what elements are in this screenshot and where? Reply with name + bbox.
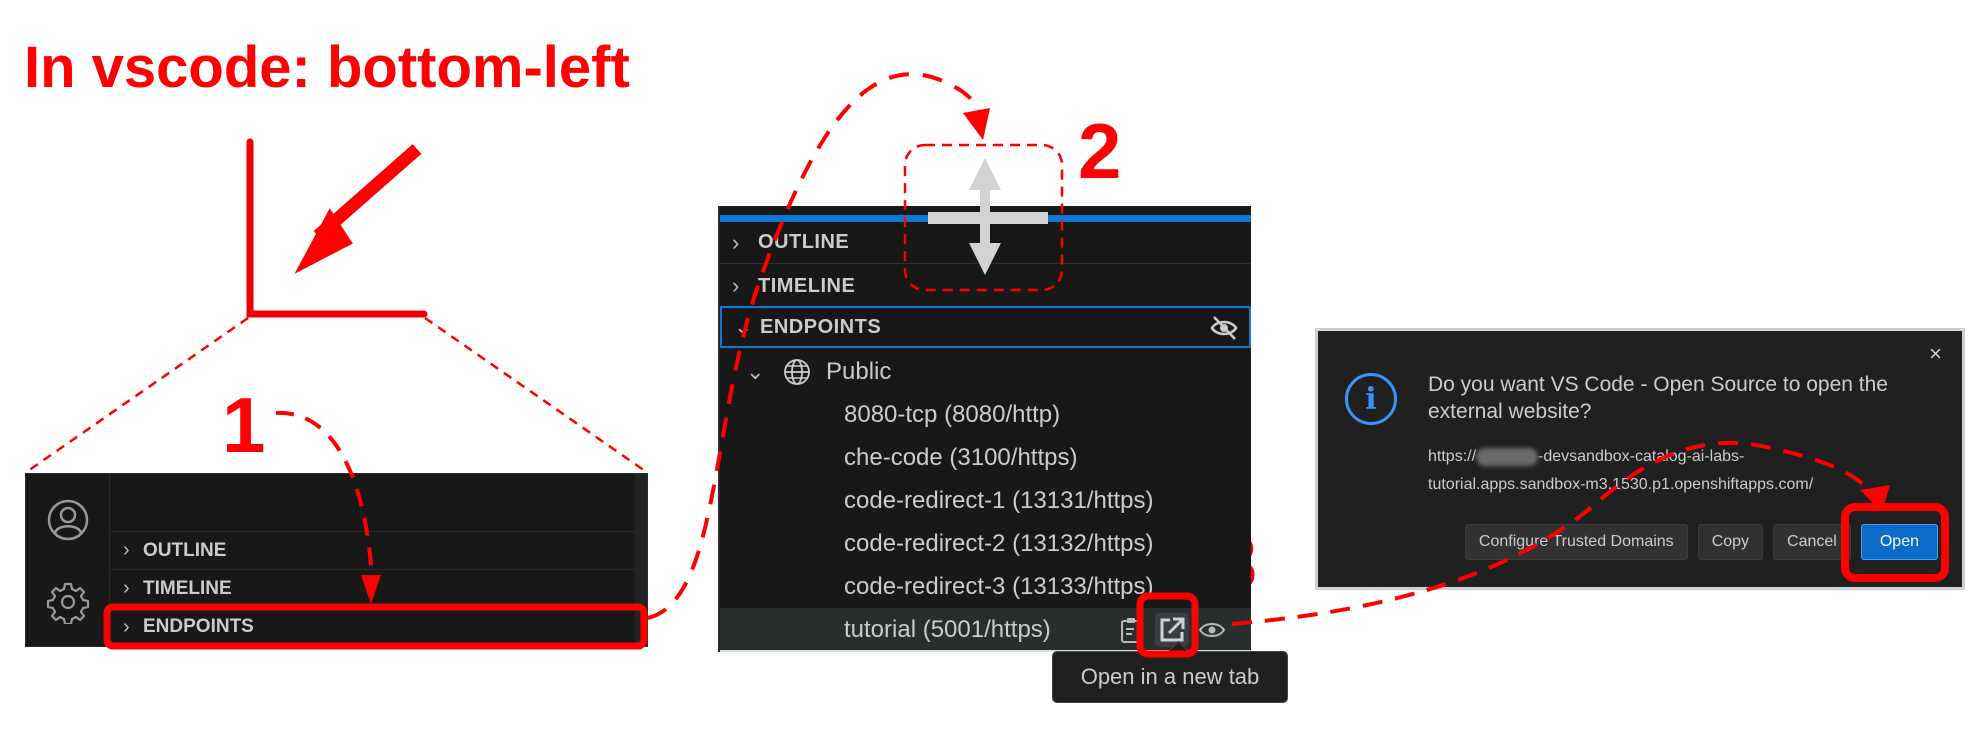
dialog-buttons: Configure Trusted Domains Copy Cancel Op…	[1464, 524, 1938, 560]
endpoint-item[interactable]: che-code (3100/https)	[720, 436, 1251, 479]
chevron-right-icon: ›	[123, 615, 130, 638]
endpoint-label: code-redirect-2 (13132/https)	[844, 529, 1154, 557]
url-prefix: https://	[1428, 448, 1477, 465]
chevron-down-icon: ⌄	[734, 314, 753, 339]
endpoint-item[interactable]: code-redirect-3 (13133/https)	[720, 565, 1251, 608]
cancel-button[interactable]: Cancel	[1773, 524, 1851, 560]
zoom-line-right	[424, 316, 649, 475]
section-outline[interactable]: › OUTLINE	[720, 222, 1251, 264]
step-1-label: 1	[222, 381, 266, 469]
empty-view	[111, 474, 635, 532]
group-public[interactable]: ⌄ Public	[746, 351, 891, 393]
dialog-url: https:// -devsandbox-catalog-ai-labs- tut…	[1428, 443, 1918, 499]
url-line2: tutorial.apps.sandbox-m3.1530.p1.openshi…	[1428, 476, 1814, 493]
zoom-line-left	[24, 316, 249, 475]
endpoint-label: code-redirect-1 (13131/https)	[844, 486, 1154, 514]
chevron-right-icon: ›	[123, 539, 130, 561]
section-outline[interactable]: › OUTLINE	[111, 532, 635, 570]
section-label: OUTLINE	[758, 231, 850, 253]
section-label: ENDPOINTS	[760, 315, 882, 338]
step-2-arrowhead	[963, 108, 990, 140]
gear-icon[interactable]	[46, 580, 90, 624]
vscode-sidebar-collapsed: › OUTLINE › TIMELINE › ENDPOINTS	[25, 473, 648, 647]
scrollbar[interactable]	[635, 474, 647, 646]
pointer-arrow-head	[294, 208, 353, 274]
copy-clipboard-icon	[1121, 618, 1141, 643]
endpoint-label: 8080-tcp (8080/http)	[844, 400, 1061, 428]
endpoint-actions	[1115, 613, 1229, 647]
pointer-arrow-shaft	[313, 144, 422, 241]
section-timeline[interactable]: › TIMELINE	[111, 570, 635, 608]
vscode-sidebar-expanded: › OUTLINE › TIMELINE ⌄ ENDPOINTS ⌄ Publi…	[718, 206, 1251, 652]
corner-bracket	[246, 138, 428, 318]
group-label: Public	[826, 358, 892, 385]
preview-eye-icon	[1198, 623, 1226, 637]
chevron-right-icon: ›	[123, 577, 130, 599]
info-icon: i	[1345, 373, 1397, 425]
section-label: OUTLINE	[143, 539, 227, 561]
tooltip: Open in a new tab	[1052, 651, 1288, 703]
step-2-label: 2	[1078, 107, 1122, 195]
chevron-right-icon: ›	[732, 273, 740, 298]
open-in-new-tab-button[interactable]	[1155, 613, 1189, 647]
configure-trusted-domains-button[interactable]: Configure Trusted Domains	[1464, 524, 1688, 560]
open-external-website-dialog: i × Do you want VS Code - Open Source to…	[1315, 328, 1965, 590]
section-label: TIMELINE	[143, 577, 232, 599]
endpoint-item[interactable]: code-redirect-2 (13132/https)	[720, 522, 1251, 565]
diagram-title: In vscode: bottom-left	[24, 35, 630, 100]
endpoint-label: code-redirect-3 (13133/https)	[844, 572, 1154, 600]
close-icon[interactable]: ×	[1929, 341, 1942, 367]
section-endpoints[interactable]: ⌄ ENDPOINTS	[720, 306, 1251, 348]
section-timeline[interactable]: › TIMELINE	[720, 265, 1251, 307]
url-line1: -devsandbox-catalog-ai-labs-	[1538, 448, 1745, 465]
drag-up-arrowhead	[969, 158, 1001, 190]
account-icon[interactable]	[46, 498, 90, 542]
preview-button[interactable]	[1195, 613, 1229, 647]
section-label: TIMELINE	[758, 274, 856, 297]
copy-button[interactable]: Copy	[1697, 524, 1764, 560]
eye-closed-icon[interactable]	[1209, 314, 1239, 342]
endpoint-label: che-code (3100/https)	[844, 443, 1078, 471]
chevron-right-icon: ›	[732, 229, 740, 255]
views-container: › OUTLINE › TIMELINE › ENDPOINTS	[111, 474, 635, 646]
redacted-username	[1476, 447, 1539, 466]
section-endpoints[interactable]: › ENDPOINTS	[111, 608, 635, 646]
dialog-message: Do you want VS Code - Open Source to ope…	[1428, 373, 1888, 423]
copy-url-button[interactable]	[1115, 613, 1149, 647]
endpoint-label: tutorial (5001/https)	[844, 615, 1051, 643]
endpoint-item-selected[interactable]: tutorial (5001/https)	[720, 608, 1251, 651]
endpoint-item[interactable]: 8080-tcp (8080/http)	[720, 393, 1251, 436]
globe-icon	[784, 359, 810, 385]
open-external-icon	[1160, 617, 1185, 642]
chevron-down-icon: ⌄	[746, 359, 765, 384]
open-button[interactable]: Open	[1860, 524, 1938, 560]
activity-bar	[26, 474, 110, 646]
endpoint-item[interactable]: code-redirect-1 (13131/https)	[720, 479, 1251, 522]
section-label: ENDPOINTS	[143, 616, 254, 637]
